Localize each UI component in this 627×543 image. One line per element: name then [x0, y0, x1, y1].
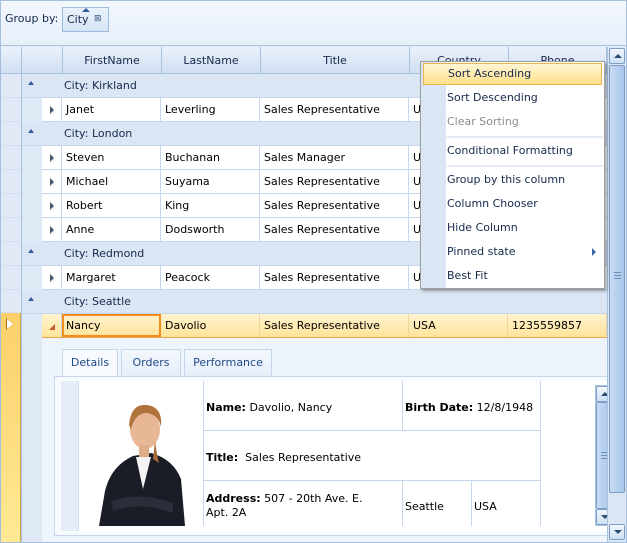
group-by-label: Group by:	[5, 12, 59, 25]
detail-view: Details Orders Performance Name: Davolio…	[42, 338, 617, 542]
expand-icon	[50, 106, 54, 114]
birth-date-field: Birth Date: 12/8/1948	[402, 381, 541, 431]
arrow-down-icon	[614, 530, 622, 534]
group-label: City: Seattle	[64, 295, 131, 308]
collapse-icon[interactable]	[28, 297, 34, 301]
cell-lastname[interactable]: Davolio	[161, 314, 260, 337]
header-firstname[interactable]: FirstName	[63, 47, 162, 74]
group-chip-city[interactable]: City ⊠	[62, 7, 109, 32]
cell-firstname[interactable]: Margaret	[62, 266, 161, 289]
cell-lastname[interactable]: Peacock	[161, 266, 260, 289]
menu-item-pinned-state[interactable]: Pinned state	[423, 241, 602, 263]
scroll-up-button[interactable]	[609, 48, 625, 64]
cell-title[interactable]: Sales Manager	[260, 146, 409, 169]
menu-item-group-by-column[interactable]: Group by this column	[423, 169, 602, 191]
menu-item-hide-column[interactable]: Hide Column	[423, 217, 602, 239]
close-icon[interactable]: ⊠	[94, 14, 102, 24]
cell-firstname[interactable]: Janet	[62, 98, 161, 121]
group-label: City: Redmond	[64, 247, 145, 260]
header-indent	[22, 47, 63, 74]
cell-phone[interactable]: 1235559857	[508, 314, 607, 337]
cell-lastname[interactable]: Suyama	[161, 170, 260, 193]
submenu-arrow-icon	[592, 248, 596, 256]
expand-button[interactable]	[42, 146, 62, 169]
cell-title[interactable]: Sales Representative	[260, 170, 409, 193]
collapse-icon[interactable]	[28, 249, 34, 253]
menu-separator	[447, 136, 603, 138]
cell-firstname[interactable]: Steven	[62, 146, 161, 169]
vertical-scrollbar[interactable]	[607, 47, 626, 542]
expand-button[interactable]	[42, 170, 62, 193]
collapse-detail-button[interactable]	[42, 314, 62, 337]
expand-button[interactable]	[42, 98, 62, 121]
menu-separator	[447, 165, 603, 167]
expand-icon	[50, 154, 54, 162]
expand-button[interactable]	[42, 218, 62, 241]
cell-firstname[interactable]: Robert	[62, 194, 161, 217]
cell-title[interactable]: Sales Representative	[260, 98, 409, 121]
cell-firstname-current[interactable]: Nancy	[62, 314, 161, 337]
current-row-indicator[interactable]	[1, 313, 21, 542]
menu-item-conditional-formatting[interactable]: Conditional Formatting	[423, 140, 602, 162]
tab-details[interactable]: Details	[62, 349, 118, 377]
group-by-panel: Group by: City ⊠	[1, 1, 626, 46]
header-title[interactable]: Title	[261, 47, 410, 74]
expand-icon	[50, 226, 54, 234]
title-field: Title: Sales Representative	[203, 431, 541, 481]
expanded-icon	[49, 324, 55, 330]
table-row-selected[interactable]: Nancy Davolio Sales Representative USA 1…	[42, 314, 607, 338]
cell-title[interactable]: Sales Representative	[260, 218, 409, 241]
group-row[interactable]: City: Seattle	[22, 290, 607, 314]
group-label: City: London	[64, 127, 133, 140]
menu-item-sort-ascending[interactable]: Sort Ascending	[423, 63, 602, 85]
menu-item-best-fit[interactable]: Best Fit	[423, 265, 602, 287]
address-field: Address: 507 - 20th Ave. E. Apt. 2A	[203, 481, 402, 526]
menu-item-column-chooser[interactable]: Column Chooser	[423, 193, 602, 215]
tab-orders[interactable]: Orders	[121, 349, 181, 376]
collapse-icon[interactable]	[28, 129, 34, 133]
city-field: Seattle	[402, 481, 471, 526]
scroll-thumb[interactable]	[609, 65, 625, 493]
arrow-up-icon	[614, 54, 622, 58]
employee-photo	[81, 381, 203, 526]
detail-row-header	[61, 381, 79, 531]
group-chip-label: City	[67, 13, 89, 26]
current-row-icon	[7, 319, 13, 329]
detail-fields: Name: Davolio, Nancy Birth Date: 12/8/19…	[203, 381, 541, 526]
cell-title[interactable]: Sales Representative	[260, 194, 409, 217]
cell-lastname[interactable]: Leverling	[161, 98, 260, 121]
expand-button[interactable]	[42, 194, 62, 217]
cell-lastname[interactable]: King	[161, 194, 260, 217]
sort-ascending-icon	[82, 8, 90, 12]
scroll-down-button[interactable]	[609, 524, 625, 540]
cell-lastname[interactable]: Dodsworth	[161, 218, 260, 241]
cell-firstname[interactable]: Anne	[62, 218, 161, 241]
menu-item-sort-descending[interactable]: Sort Descending	[423, 87, 602, 109]
name-field: Name: Davolio, Nancy	[203, 381, 402, 431]
cell-firstname[interactable]: Michael	[62, 170, 161, 193]
cell-title[interactable]: Sales Representative	[260, 314, 409, 337]
details-panel: Name: Davolio, Nancy Birth Date: 12/8/19…	[54, 376, 617, 536]
grid-view: Group by: City ⊠ FirstName LastName Titl…	[0, 0, 627, 543]
group-label: City: Kirkland	[64, 79, 137, 92]
column-context-menu: Sort Ascending Sort Descending Clear Sor…	[420, 61, 605, 289]
cell-country[interactable]: USA	[409, 314, 508, 337]
expand-icon	[50, 202, 54, 210]
header-lastname[interactable]: LastName	[162, 47, 261, 74]
collapse-icon[interactable]	[28, 81, 34, 85]
menu-item-label: Pinned state	[447, 245, 516, 258]
expand-icon	[50, 274, 54, 282]
expand-icon	[50, 178, 54, 186]
tab-performance[interactable]: Performance	[184, 349, 272, 376]
country-field: USA	[471, 481, 541, 526]
header-corner	[1, 47, 22, 74]
cell-lastname[interactable]: Buchanan	[161, 146, 260, 169]
cell-title[interactable]: Sales Representative	[260, 266, 409, 289]
expand-button[interactable]	[42, 266, 62, 289]
menu-item-clear-sorting: Clear Sorting	[447, 115, 519, 128]
